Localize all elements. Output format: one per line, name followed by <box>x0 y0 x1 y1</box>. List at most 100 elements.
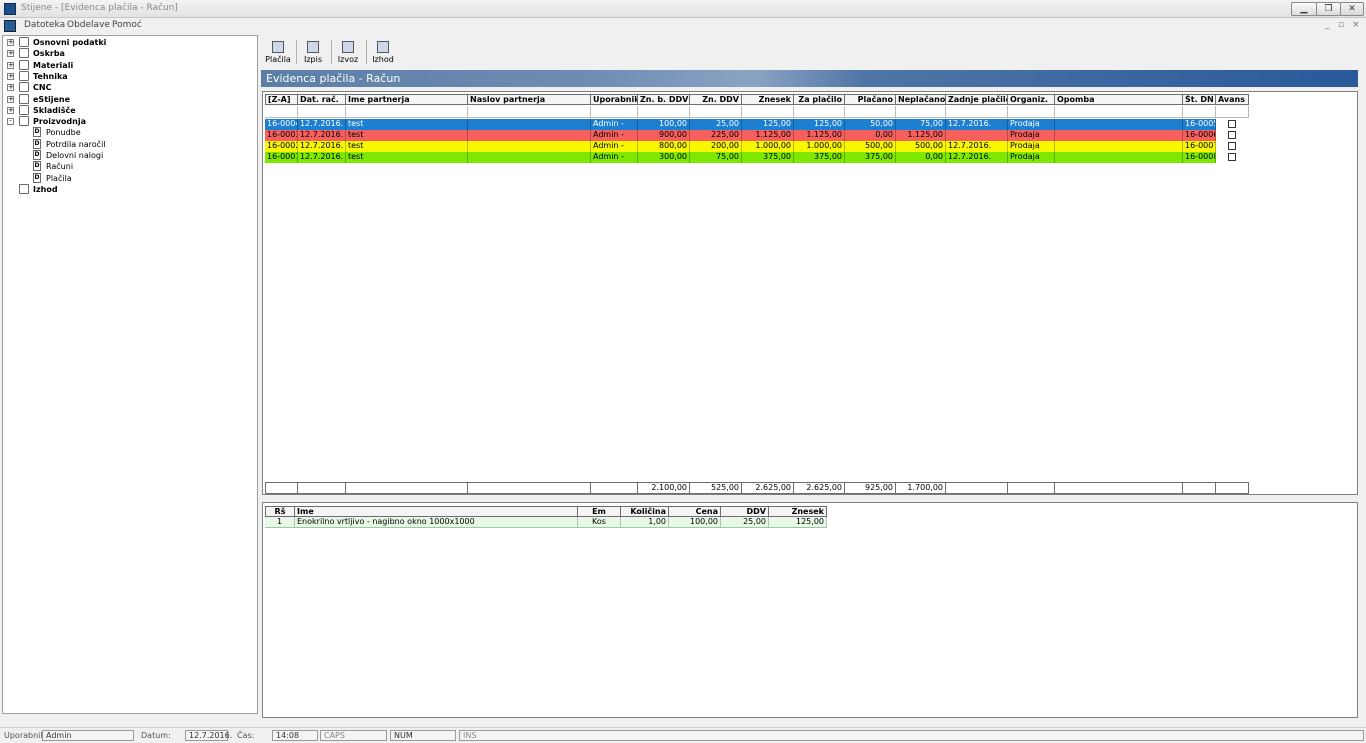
restore-button[interactable]: ❐ <box>1316 2 1341 16</box>
filter-cell[interactable] <box>468 106 591 118</box>
table-cell: 75,00 <box>896 119 946 130</box>
filter-cell[interactable] <box>845 106 896 118</box>
filter-cell[interactable] <box>1216 106 1249 118</box>
column-header[interactable]: Ime <box>295 506 578 517</box>
expand-icon[interactable]: + <box>7 84 14 92</box>
column-header[interactable]: Št. DN <box>1183 94 1216 105</box>
tree-item-skladi-e[interactable]: + Skladišče <box>3 104 253 116</box>
column-header[interactable]: Količina <box>621 506 669 517</box>
filter-cell[interactable] <box>346 106 468 118</box>
avans-checkbox[interactable] <box>1228 153 1236 161</box>
tree-item-cnc[interactable]: + CNC <box>3 82 253 93</box>
tree-item-label: Tehnika <box>33 71 68 81</box>
mdi-close-button[interactable]: × <box>1352 20 1360 30</box>
tree-item-label: Potrdila naročil <box>46 139 106 149</box>
app-icon[interactable] <box>4 3 16 15</box>
table-cell: 0,00 <box>896 152 946 163</box>
toolbar-button-izvoz[interactable]: Izvoz <box>333 37 363 67</box>
column-header[interactable]: Naslov partnerja <box>468 94 591 105</box>
filter-cell[interactable] <box>591 106 638 118</box>
expand-icon[interactable]: + <box>7 95 14 103</box>
filter-cell[interactable] <box>1055 106 1183 118</box>
filter-cell[interactable] <box>1008 106 1055 118</box>
column-header[interactable]: Ime partnerja <box>346 94 468 105</box>
tree-item-potrdila-naro-il[interactable]: D Potrdila naročil <box>3 138 253 150</box>
toolbar-button-izhod[interactable]: Izhod <box>368 37 398 67</box>
collapse-icon[interactable]: - <box>7 118 14 126</box>
column-header[interactable]: Avans <box>1216 94 1249 105</box>
column-header[interactable]: Rš <box>265 506 295 517</box>
table-cell <box>1055 119 1183 130</box>
filter-cell[interactable] <box>298 106 346 118</box>
table-cell <box>1055 141 1183 152</box>
column-header[interactable]: Opomba <box>1055 94 1183 105</box>
avans-checkbox[interactable] <box>1228 120 1236 128</box>
document-icon[interactable] <box>4 20 16 32</box>
close-button[interactable]: ✕ <box>1340 2 1364 16</box>
column-header[interactable]: Cena <box>669 506 721 517</box>
expand-icon[interactable]: + <box>7 72 14 80</box>
avans-checkbox[interactable] <box>1228 142 1236 150</box>
column-header[interactable]: Znesek <box>769 506 827 517</box>
column-header[interactable]: Plačano <box>845 94 896 105</box>
column-header[interactable]: Dat. rač. <box>298 94 346 105</box>
menu-pomoc[interactable]: Pomoć <box>112 20 142 30</box>
minimize-button[interactable]: ▁ <box>1291 2 1317 16</box>
expand-icon[interactable]: + <box>7 106 14 114</box>
mdi-restore-button[interactable]: ▫ <box>1338 20 1344 30</box>
tree-item-materiali[interactable]: + Materiali <box>3 59 253 71</box>
toolbar-separator <box>366 40 367 64</box>
toolbar-button-izpis[interactable]: Izpis <box>298 37 328 67</box>
tree-item-label: Proizvodnja <box>33 117 86 127</box>
tree-item-tehnika[interactable]: + Tehnika <box>3 70 253 82</box>
total-cell <box>591 482 638 494</box>
table-cell: Admin - <box>591 152 638 163</box>
column-header[interactable]: Za plačilo <box>794 94 845 105</box>
tree-item-pla-ila[interactable]: D Plačila <box>3 172 253 184</box>
toolbar-button-pla-ila[interactable]: Plačila <box>263 37 293 67</box>
filter-cell[interactable] <box>794 106 845 118</box>
column-header[interactable]: Zn. DDV <box>690 94 742 105</box>
menu-obdelave[interactable]: Obdelave <box>67 20 110 30</box>
column-header[interactable]: Organiz. <box>1008 94 1055 105</box>
tree-item-estijene[interactable]: + eStijene <box>3 93 253 105</box>
tree-item-osnovni-podatki[interactable]: + Osnovni podatki <box>3 37 253 48</box>
column-header[interactable]: Zn. b. DDV <box>638 94 690 105</box>
folder-icon <box>19 59 29 70</box>
table-cell <box>1055 152 1183 163</box>
expand-icon[interactable]: + <box>7 61 14 69</box>
tree-item-delovni-nalogi[interactable]: D Delovni nalogi <box>3 150 253 161</box>
filter-cell[interactable] <box>265 106 298 118</box>
filter-cell[interactable] <box>742 106 794 118</box>
column-header[interactable]: [Z-A] <box>265 94 298 105</box>
tree-item-ponudbe[interactable]: D Ponudbe <box>3 127 253 138</box>
filter-cell[interactable] <box>638 106 690 118</box>
filter-cell[interactable] <box>946 106 1008 118</box>
column-header[interactable]: DDV <box>721 506 769 517</box>
mdi-minimize-button[interactable]: _ <box>1325 20 1330 30</box>
tree-item-oskrba[interactable]: + Oskrba <box>3 48 253 59</box>
column-header[interactable]: Uporabnik <box>591 94 638 105</box>
column-header[interactable]: Em <box>578 506 621 517</box>
column-header[interactable]: Znesek <box>742 94 794 105</box>
column-header[interactable]: Zadnje plačilo <box>946 94 1008 105</box>
time-field: 14:08 <box>272 730 318 741</box>
tree-item-ra-uni[interactable]: D Računi <box>3 161 253 172</box>
tree-item-proizvodnja[interactable]: - Proizvodnja <box>3 116 253 127</box>
filter-cell[interactable] <box>896 106 946 118</box>
avans-checkbox[interactable] <box>1228 131 1236 139</box>
filter-cell[interactable] <box>1183 106 1216 118</box>
expand-icon[interactable]: + <box>7 50 14 58</box>
total-cell: 2.100,00 <box>638 482 690 494</box>
table-cell: 12.7.2016. <box>946 152 1008 163</box>
tree-item-label: Delovni nalogi <box>46 151 104 160</box>
table-cell: Prodaja <box>1008 130 1055 141</box>
filter-cell[interactable] <box>690 106 742 118</box>
tree-item-izhod[interactable]: Izhod <box>3 183 253 195</box>
column-header[interactable]: Neplačano <box>896 94 946 105</box>
tree-item-label: Plačila <box>46 173 72 183</box>
total-cell: 1.700,00 <box>896 482 946 494</box>
status-bar: Uporabnik: Admin Datum: 12.7.2016. Čas: … <box>0 727 1366 743</box>
expand-icon[interactable]: + <box>7 39 14 46</box>
menu-datoteka[interactable]: Datoteka <box>24 20 65 30</box>
